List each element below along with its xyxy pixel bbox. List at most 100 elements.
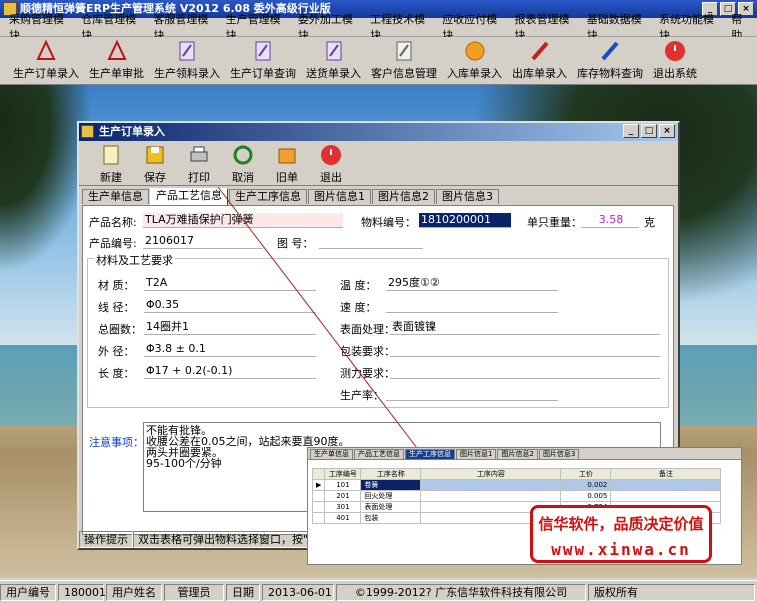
drawing-no-label: 图 号： (277, 237, 314, 250)
power-icon (665, 41, 685, 61)
toolbar-inventory-query-button[interactable]: 库存物料查询 (572, 37, 648, 83)
promo-url: www.xinwa.cn (551, 540, 691, 559)
column-header: 工序名称 (360, 468, 422, 480)
unit-weight-unit: 克 (644, 216, 655, 229)
table-cell (610, 479, 722, 491)
document-pen-icon (255, 41, 271, 61)
new-document-icon (103, 145, 119, 165)
product-code-label: 产品编号: (89, 237, 137, 250)
document-pen-icon (326, 41, 341, 61)
column-header: 备注 (610, 468, 722, 480)
table-cell: 401 (324, 512, 362, 524)
product-code-field[interactable]: 2106017 (143, 234, 263, 249)
table-cell (420, 490, 562, 502)
outer-dia-field[interactable]: Φ3.8 ± 0.1 (144, 342, 316, 357)
temp-label: 温 度： (340, 279, 377, 292)
wire-dia-label: 线 径： (98, 301, 135, 314)
toolbar-customer-info-button[interactable]: 客户信息管理 (366, 37, 442, 83)
main-toolbar: 生产订单录入 生产单审批 生产领料录入 生产订单查询 送货单录入 客户信息管理 … (0, 37, 757, 85)
productivity-label: 生产率： (340, 389, 384, 402)
exit-button[interactable]: 退出 (309, 141, 353, 187)
inset-tab: 图片信息2 (497, 449, 538, 459)
material-no-field[interactable]: 1810200001 (419, 213, 511, 228)
table-cell (610, 490, 722, 502)
product-name-field[interactable]: TLA万难插保护门弹簧 (143, 213, 343, 228)
test-field[interactable] (390, 364, 660, 379)
unit-weight-label: 单只重量： (527, 216, 582, 229)
table-header-row: 工序编号 工序名称 工序内容 工价 备注 (311, 468, 722, 480)
hint-label: 操作提示 (79, 530, 133, 548)
table-cell: 表面处理 (360, 501, 422, 513)
table-row[interactable]: 201 回火处理 0.005 (311, 490, 722, 502)
table-cell: 101 (324, 479, 362, 491)
tab-picture-1[interactable]: 图片信息1 (308, 189, 371, 204)
document-pen-icon (396, 41, 412, 61)
test-label: 测力要求： (340, 367, 395, 380)
table-row[interactable]: ▶ 101 卷簧 0.002 (311, 479, 722, 491)
tab-picture-2[interactable]: 图片信息2 (372, 189, 435, 204)
promo-slogan: 信华软件，品质决定价值 (538, 515, 704, 533)
length-label: 长 度： (98, 367, 135, 380)
inset-tab: 生产工序信息 (405, 449, 455, 459)
wire-dia-field[interactable]: Φ0.35 (144, 298, 316, 313)
child-close-button[interactable]: × (659, 124, 675, 138)
length-field[interactable]: Φ17 + 0.2(-0.1) (144, 364, 316, 379)
new-button[interactable]: 新建 (89, 141, 133, 187)
date-label: 日期 (226, 583, 260, 601)
folder-icon (278, 148, 296, 164)
surface-label: 表面处理： (340, 323, 395, 336)
tab-process-info[interactable]: 产品工艺信息 (150, 188, 228, 205)
row-indicator (311, 490, 326, 502)
toolbar-stock-out-button[interactable]: 出库单录入 (507, 37, 572, 83)
date-value: 2013-06-01 (262, 583, 334, 601)
print-button[interactable]: 打印 (177, 141, 221, 187)
feather-pen-icon (601, 41, 619, 61)
toolbar-exit-button[interactable]: 退出系统 (648, 37, 702, 83)
old-order-button[interactable]: 旧单 (265, 141, 309, 187)
tab-operation-info[interactable]: 生产工序信息 (229, 189, 307, 204)
cancel-button[interactable]: 取消 (221, 141, 265, 187)
printer-icon (190, 146, 208, 162)
column-header: 工序内容 (420, 468, 562, 480)
inset-tab: 图片信息1 (456, 449, 497, 459)
material-label: 材 质： (98, 279, 135, 292)
material-field[interactable]: T2A (144, 276, 316, 291)
child-minimize-button[interactable]: _ (623, 124, 639, 138)
temp-field[interactable]: 295度①② (386, 276, 558, 291)
save-button[interactable]: 保存 (133, 141, 177, 187)
column-header: 工序编号 (324, 468, 362, 480)
toolbar-order-approve-button[interactable]: 生产单审批 (84, 37, 149, 83)
toolbar-stock-in-button[interactable]: 入库单录入 (442, 37, 507, 83)
surface-field[interactable]: 表面镀镍 (390, 320, 660, 335)
package-label: 包装要求： (340, 345, 395, 358)
inset-tab: 图片信息3 (538, 449, 580, 459)
outer-dia-label: 外 径： (98, 345, 135, 358)
window-icon (81, 125, 94, 138)
tab-order-info[interactable]: 生产单信息 (82, 189, 149, 204)
tab-picture-3[interactable]: 图片信息3 (436, 189, 499, 204)
menu-bar: 采购管理模块 仓库管理模块 客服管理模块 生产管理模块 委外加工模块 工程技术模… (0, 13, 757, 42)
row-indicator: ▶ (311, 479, 326, 491)
table-cell: 0.005 (560, 490, 612, 502)
order-tabs: 生产单信息 产品工艺信息 生产工序信息 图片信息1 图片信息2 图片信息3 (79, 186, 678, 205)
total-turns-field[interactable]: 14圈并1 (144, 320, 316, 335)
package-field[interactable] (390, 342, 660, 357)
speed-field[interactable] (386, 298, 558, 313)
pdf-document-icon (36, 39, 56, 60)
toolbar-delivery-entry-button[interactable]: 送货单录入 (301, 37, 366, 83)
drawing-no-field[interactable] (319, 234, 423, 249)
copyright-text: ©1999-2012? 广东信华软件科技有限公司 (336, 583, 586, 601)
promo-badge: 信华软件，品质决定价值 www.xinwa.cn (530, 505, 712, 563)
toolbar-order-query-button[interactable]: 生产订单查询 (225, 37, 301, 83)
notes-label: 注意事项： (89, 436, 144, 449)
pdf-document-icon (106, 39, 127, 60)
toolbar-order-entry-button[interactable]: 生产订单录入 (8, 37, 84, 83)
child-maximize-button[interactable]: □ (641, 124, 657, 138)
table-cell: 包装 (360, 512, 422, 524)
material-process-group: 材料及工艺要求 材 质： T2A 线 径： Φ0.35 总圈数： 14圈并1 外… (87, 252, 669, 408)
user-name-value: 管理员 (164, 583, 224, 601)
toolbar-material-issue-button[interactable]: 生产领料录入 (149, 37, 225, 83)
unit-weight-field[interactable]: 3.58 (581, 213, 639, 228)
table-cell: 0.002 (560, 479, 612, 491)
productivity-field[interactable] (386, 386, 558, 401)
